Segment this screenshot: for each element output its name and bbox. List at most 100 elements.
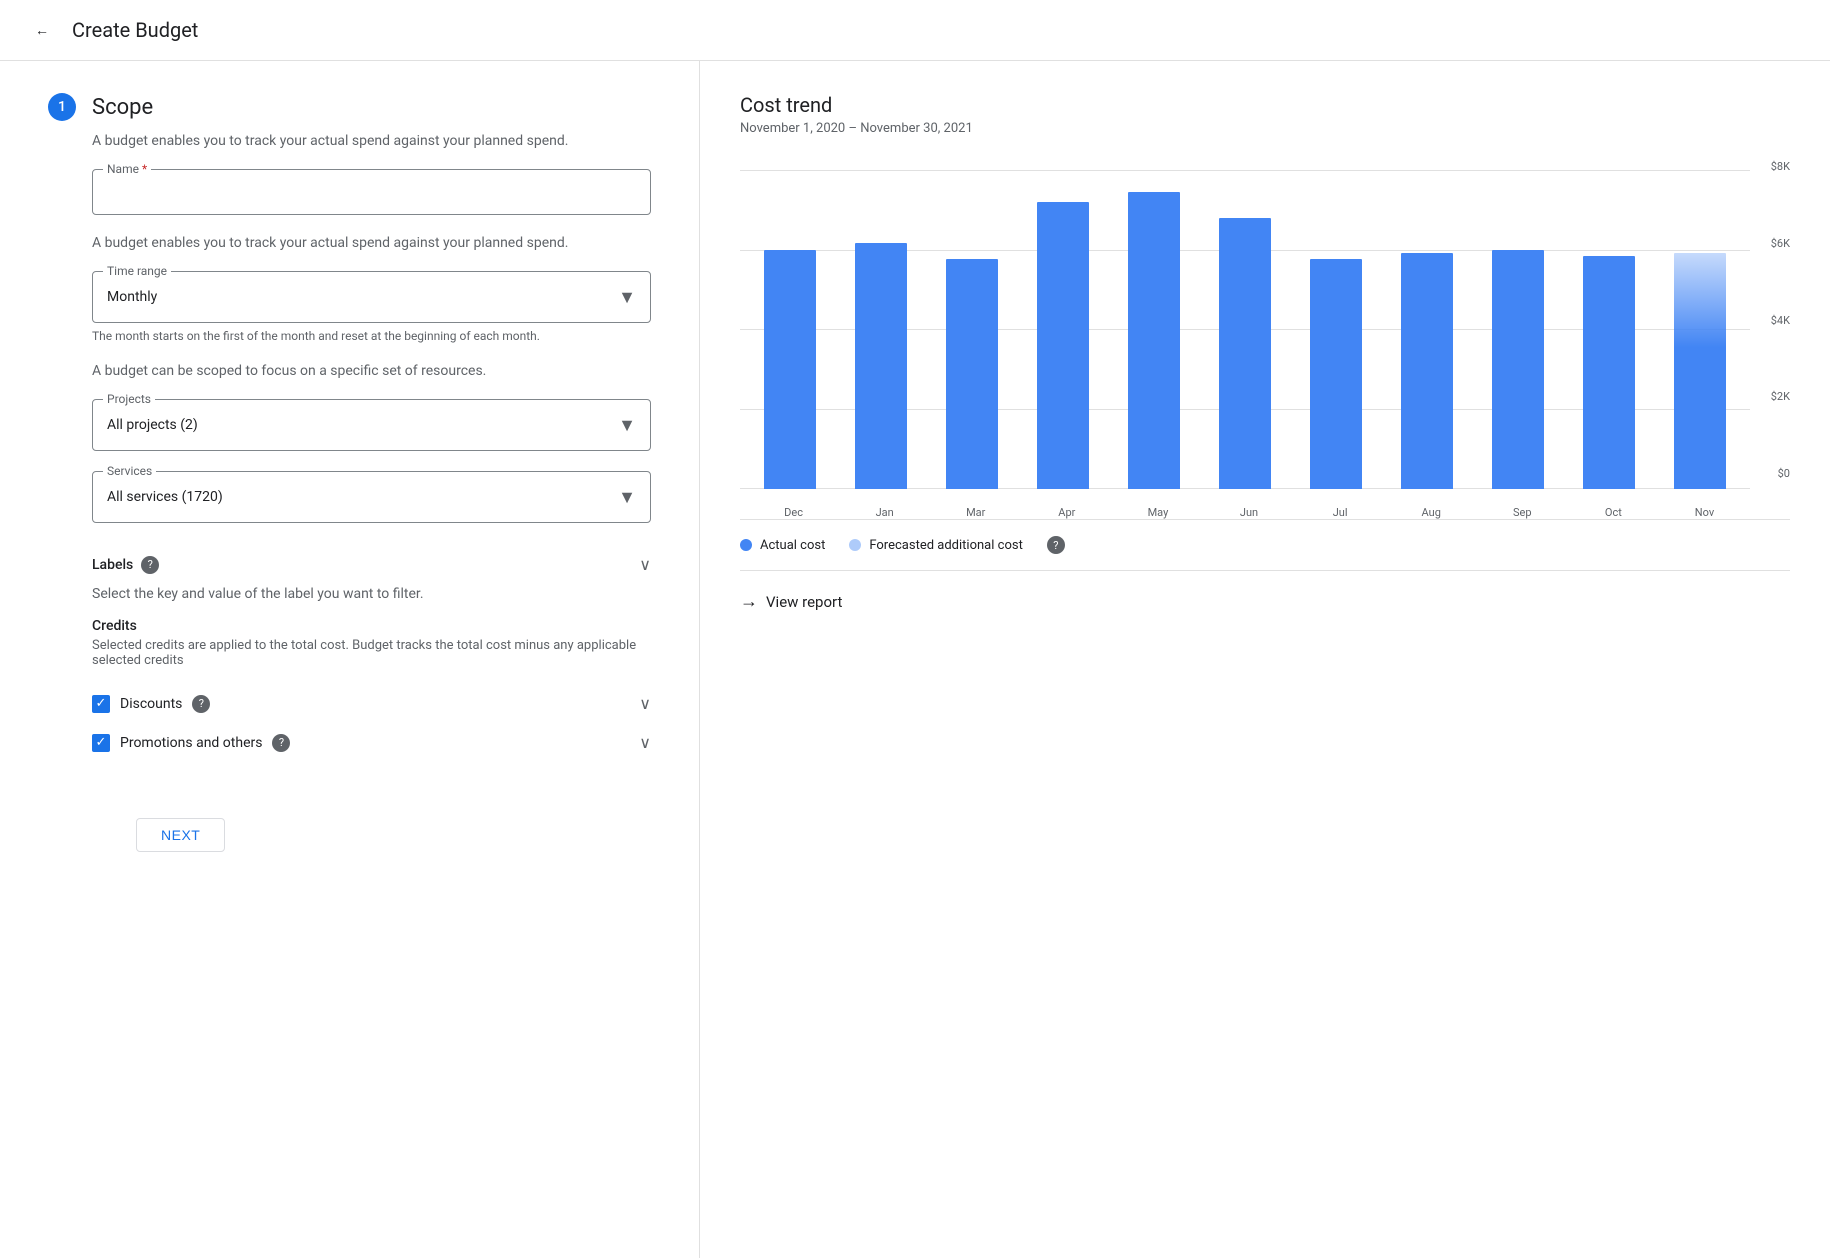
x-label-mar: Mar <box>930 506 1021 519</box>
scope-text: A budget can be scoped to focus on a spe… <box>92 363 607 379</box>
projects-field: Projects All projects (2) ▼ <box>92 399 651 451</box>
labels-title: Labels <box>92 557 133 573</box>
bar-group-sep <box>1475 170 1560 489</box>
x-label-sep: Sep <box>1477 506 1568 519</box>
chevron-down-icon-projects: ▼ <box>618 415 636 436</box>
labels-help-icon[interactable]: ? <box>141 556 159 574</box>
discounts-chevron-icon: ∨ <box>639 694 651 713</box>
bar-group-may <box>1112 170 1197 489</box>
promotions-row[interactable]: ✓ Promotions and others ? ∨ <box>92 723 651 762</box>
chevron-down-icon: ▼ <box>618 287 636 308</box>
scope-header: 1 Scope <box>48 93 651 121</box>
bar-group-jan <box>839 170 924 489</box>
page-title: Create Budget <box>72 18 198 42</box>
bar-group-oct <box>1566 170 1651 489</box>
labels-row[interactable]: Labels ? ∨ <box>92 543 651 586</box>
bar-jan <box>855 243 907 489</box>
name-label: Name * <box>103 162 151 176</box>
time-range-label: Time range <box>103 264 171 278</box>
services-field: Services All services (1720) ▼ <box>92 471 651 523</box>
bar-group-aug <box>1384 170 1469 489</box>
x-label-dec: Dec <box>748 506 839 519</box>
x-label-oct: Oct <box>1568 506 1659 519</box>
y-axis-labels: $8K $6K $4K $2K $0 <box>1771 160 1790 480</box>
view-report-link[interactable]: → View report <box>740 571 1790 632</box>
x-label-jul: Jul <box>1295 506 1386 519</box>
y-label-2k: $2K <box>1771 390 1790 403</box>
scope-description-1: A budget enables you to track your actua… <box>92 133 651 149</box>
name-required: * <box>142 162 147 176</box>
checkmark-icon-2: ✓ <box>96 735 107 750</box>
bar-group-jun <box>1203 170 1288 489</box>
labels-left: Labels ? <box>92 556 159 574</box>
credits-section: Credits Selected credits are applied to … <box>92 618 651 762</box>
scope-title: Scope <box>92 95 153 120</box>
time-range-helper: The month starts on the first of the mon… <box>92 329 651 343</box>
time-range-select[interactable]: Time range Monthly ▼ <box>92 271 651 323</box>
bar-group-nov <box>1657 170 1742 489</box>
view-report-label: View report <box>766 593 842 611</box>
x-label-nov: Nov <box>1659 506 1750 519</box>
arrow-right-icon: → <box>740 591 758 612</box>
name-input[interactable] <box>93 170 650 214</box>
bar-group-jul <box>1293 170 1378 489</box>
x-axis-labels: DecJanMarAprMayJunJulAugSepOctNov <box>748 506 1750 519</box>
discounts-left: ✓ Discounts ? <box>92 695 210 713</box>
services-value: All services (1720) <box>107 489 618 505</box>
promotions-label: Promotions and others <box>120 735 262 751</box>
discounts-help-icon[interactable]: ? <box>192 695 210 713</box>
x-label-jun: Jun <box>1203 506 1294 519</box>
bar-sep <box>1492 250 1544 489</box>
discounts-checkbox[interactable]: ✓ <box>92 695 110 713</box>
checkmark-icon: ✓ <box>96 696 107 711</box>
back-button[interactable]: ← <box>24 12 60 48</box>
y-label-4k: $4K <box>1771 314 1790 327</box>
bar-apr <box>1037 202 1089 489</box>
chart-date-range: November 1, 2020 – November 30, 2021 <box>740 121 1790 136</box>
back-icon: ← <box>35 22 49 39</box>
legend-forecasted: Forecasted additional cost <box>849 538 1022 553</box>
bar-group-dec <box>748 170 833 489</box>
legend-help-icon[interactable]: ? <box>1047 536 1065 554</box>
header: ← Create Budget <box>0 0 1830 61</box>
cost-chart: DecJanMarAprMayJunJulAugSepOctNov $8K $6… <box>740 160 1790 520</box>
forecasted-cost-dot <box>849 539 861 551</box>
next-button[interactable]: NEXT <box>136 818 225 852</box>
bar-group-apr <box>1021 170 1106 489</box>
credits-description: Selected credits are applied to the tota… <box>92 638 651 668</box>
actual-cost-dot <box>740 539 752 551</box>
discounts-label: Discounts <box>120 696 182 712</box>
promotions-chevron-icon: ∨ <box>639 733 651 752</box>
scope-description-2: A budget enables you to track your actua… <box>92 235 651 251</box>
projects-value: All projects (2) <box>107 417 618 433</box>
promotions-checkbox[interactable]: ✓ <box>92 734 110 752</box>
bar-mar <box>946 259 998 489</box>
bar-jun <box>1219 218 1271 489</box>
x-label-may: May <box>1112 506 1203 519</box>
chart-title: Cost trend <box>740 93 1790 117</box>
services-select[interactable]: Services All services (1720) ▼ <box>92 471 651 523</box>
projects-select[interactable]: Projects All projects (2) ▼ <box>92 399 651 451</box>
services-label: Services <box>103 464 156 478</box>
bar-nov <box>1674 253 1726 489</box>
chevron-down-icon-services: ▼ <box>618 487 636 508</box>
promotions-left: ✓ Promotions and others ? <box>92 734 290 752</box>
chart-bars <box>740 170 1750 489</box>
x-label-aug: Aug <box>1386 506 1477 519</box>
right-panel: Cost trend November 1, 2020 – November 3… <box>700 61 1830 1258</box>
name-input-outline: Name * <box>92 169 651 215</box>
promotions-help-icon[interactable]: ? <box>272 734 290 752</box>
time-range-value: Monthly <box>107 289 618 305</box>
legend-actual: Actual cost <box>740 538 825 553</box>
y-label-8k: $8K <box>1771 160 1790 173</box>
time-range-field: Time range Monthly ▼ The month starts on… <box>92 271 651 343</box>
main-content: 1 Scope A budget enables you to track yo… <box>0 61 1830 1258</box>
bar-dec <box>764 250 816 489</box>
projects-label: Projects <box>103 392 155 406</box>
bar-group-mar <box>930 170 1015 489</box>
credits-title: Credits <box>92 618 651 634</box>
discounts-row[interactable]: ✓ Discounts ? ∨ <box>92 684 651 723</box>
x-label-jan: Jan <box>839 506 930 519</box>
chart-legend: Actual cost Forecasted additional cost ? <box>740 520 1790 571</box>
y-label-6k: $6K <box>1771 237 1790 250</box>
